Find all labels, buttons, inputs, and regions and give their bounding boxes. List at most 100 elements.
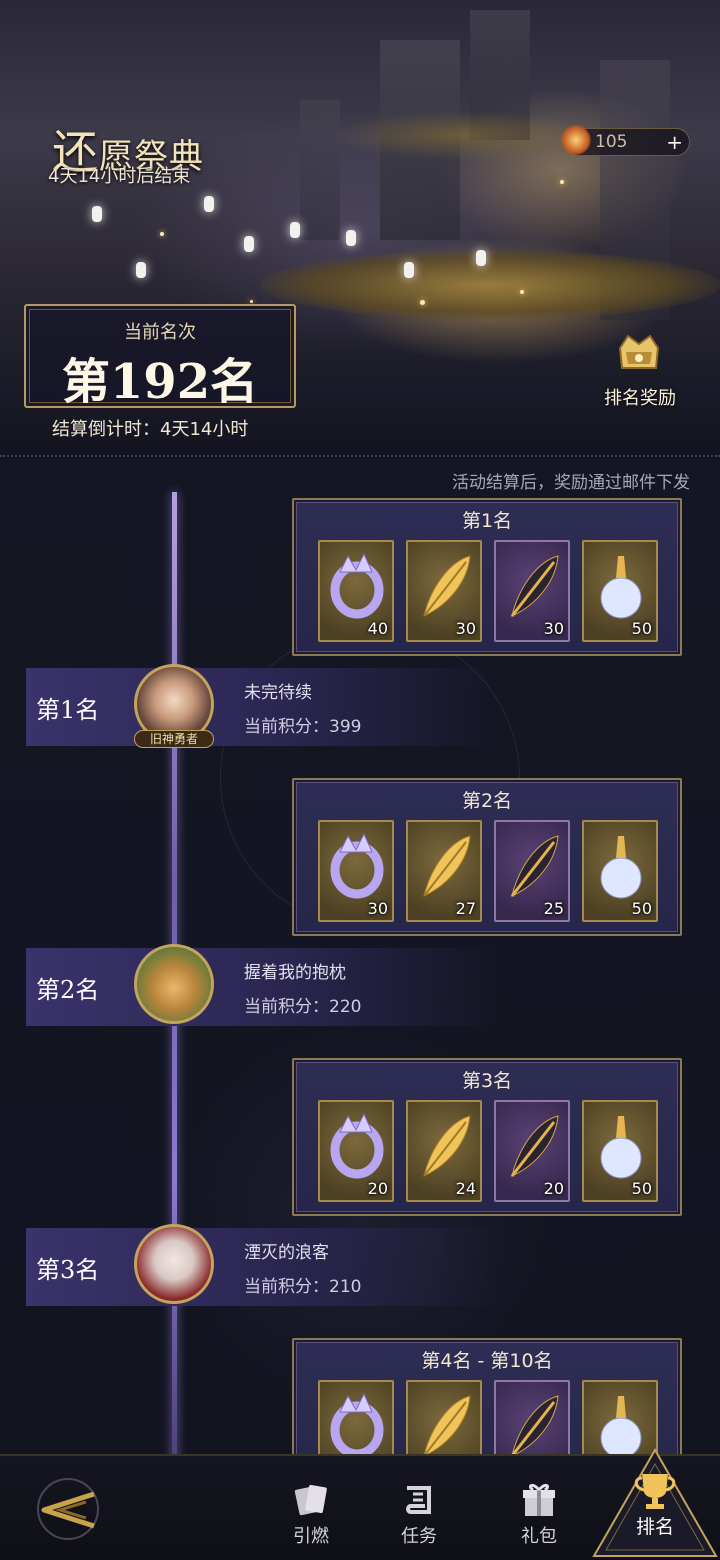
crystal-vial-icon — [600, 836, 642, 899]
item-quantity: 50 — [631, 1179, 652, 1198]
leader-name: 未完待续 — [244, 683, 312, 703]
lantern-icon — [404, 262, 414, 278]
reward-item[interactable] — [582, 1380, 658, 1454]
tab-label: 任务 — [401, 1526, 437, 1547]
lantern-icon — [244, 236, 254, 252]
reward-item[interactable]: 50 — [582, 540, 658, 642]
leader-score: 当前积分：399 — [244, 717, 362, 737]
currency-counter[interactable]: 105 + — [561, 125, 690, 156]
event-banner: 还愿祭典 4天14小时后结束 105 + 当前名次 第192名 结算倒计时：4天… — [0, 0, 720, 455]
reward-item[interactable]: 50 — [582, 1100, 658, 1202]
reward-tier-title: 第1名 — [461, 510, 513, 532]
item-quantity: 20 — [367, 1179, 388, 1198]
crown-chest-icon — [618, 334, 660, 369]
add-currency-icon[interactable]: + — [666, 130, 683, 154]
sparkle — [560, 180, 564, 184]
reward-item[interactable]: 20 — [318, 1100, 394, 1202]
crystal-vial-icon — [600, 1116, 642, 1179]
item-quantity: 40 — [367, 619, 388, 638]
leader-score: 当前积分：220 — [244, 997, 362, 1017]
crystal-ring-icon — [330, 1392, 384, 1454]
crystal-vial-icon — [600, 556, 642, 619]
tab-ranking[interactable]: 排名 — [590, 1446, 720, 1560]
item-quantity: 30 — [367, 899, 388, 918]
ranking-list[interactable]: 活动结算后，奖励通过邮件下发 第1名 40 30 30 50 第1名 旧神勇者 … — [0, 458, 720, 1454]
reward-item[interactable] — [406, 1380, 482, 1454]
flame-gem-icon — [561, 125, 591, 155]
back-button[interactable] — [30, 1474, 106, 1544]
leader-name: 握着我的抱枕 — [244, 963, 346, 983]
leaderboard-row[interactable]: 第1名 旧神勇者 未完待续 当前积分：399 — [26, 664, 500, 748]
crystal-ring-icon — [330, 552, 384, 619]
reward-item[interactable]: 24 — [406, 1100, 482, 1202]
item-quantity: 20 — [543, 1179, 564, 1198]
reward-tier-title: 第4名 - 第10名 — [421, 1350, 553, 1372]
tab-tasks[interactable]: 任务 — [374, 1476, 464, 1556]
divider — [0, 455, 720, 457]
tab-label: 排名 — [635, 1516, 674, 1538]
sparkle — [520, 290, 524, 294]
ranking-rewards-button[interactable]: 排名奖励 — [596, 328, 684, 412]
lantern-icon — [204, 196, 214, 212]
mail-notice: 活动结算后，奖励通过邮件下发 — [452, 473, 690, 493]
scroll-icon — [406, 1486, 431, 1514]
dark-feather-icon — [510, 835, 559, 897]
reward-item[interactable]: 20 — [494, 1100, 570, 1202]
reward-item[interactable] — [318, 1380, 394, 1454]
leaderboard-row[interactable]: 第3名 湮灭的浪客 当前积分：210 — [26, 1224, 500, 1306]
ranking-rewards-label: 排名奖励 — [604, 388, 676, 409]
item-quantity: 27 — [455, 899, 476, 918]
item-quantity: 30 — [455, 619, 476, 638]
tab-label: 引燃 — [293, 1526, 329, 1547]
reward-item[interactable]: 30 — [318, 820, 394, 922]
reward-item[interactable]: 30 — [406, 540, 482, 642]
leaderboard-row[interactable]: 第2名 握着我的抱枕 当前积分：220 — [26, 944, 500, 1026]
reward-item[interactable]: 50 — [582, 820, 658, 922]
leader-place: 第2名 — [36, 976, 100, 1004]
golden-feather-icon — [423, 555, 471, 617]
item-quantity: 25 — [543, 899, 564, 918]
avatar[interactable] — [134, 1224, 214, 1304]
ruin-tower — [300, 100, 340, 240]
item-quantity: 30 — [543, 619, 564, 638]
dark-feather-icon — [510, 1115, 559, 1177]
item-quantity: 50 — [631, 619, 652, 638]
leader-place: 第3名 — [36, 1256, 100, 1284]
event-end-timer: 4天14小时后结束 — [48, 166, 191, 187]
sparkle — [160, 232, 164, 236]
reward-tier-panel: 第3名 20 24 20 50 — [292, 1058, 682, 1216]
lantern-icon — [290, 222, 300, 238]
sparkle — [420, 300, 425, 305]
reward-tier-panel: 第1名 40 30 30 50 — [292, 498, 682, 656]
my-rank-value: 第192名 — [61, 354, 259, 410]
item-quantity: 50 — [631, 899, 652, 918]
leader-name: 湮灭的浪客 — [244, 1243, 329, 1263]
golden-feather-icon — [423, 1115, 471, 1177]
my-rank-panel: 当前名次 第192名 — [24, 304, 296, 410]
golden-feather-icon — [424, 1395, 471, 1454]
currency-amount: 105 — [595, 132, 628, 152]
avatar[interactable] — [134, 944, 214, 1024]
sparkle — [250, 300, 253, 303]
reward-tier-panel: 第4名 - 第10名 — [292, 1338, 682, 1454]
reward-item[interactable]: 25 — [494, 820, 570, 922]
back-arrow-icon — [37, 1478, 99, 1540]
my-rank-label: 当前名次 — [124, 322, 196, 343]
reward-tier-title: 第3名 — [461, 1070, 513, 1092]
reward-tier-panel: 第2名 30 27 25 50 — [292, 778, 682, 936]
tab-gift-pack[interactable]: 礼包 — [494, 1476, 584, 1556]
reward-item[interactable]: 30 — [494, 540, 570, 642]
tab-ignite[interactable]: 引燃 — [266, 1476, 356, 1556]
reward-item[interactable]: 40 — [318, 540, 394, 642]
reward-item[interactable]: 27 — [406, 820, 482, 922]
dark-feather-icon — [510, 555, 559, 617]
player-title-badge: 旧神勇者 — [134, 730, 214, 748]
glowing-island — [260, 250, 720, 320]
tab-label: 礼包 — [521, 1526, 557, 1547]
reward-item[interactable] — [494, 1380, 570, 1454]
crystal-ring-icon — [330, 1112, 384, 1179]
settlement-countdown: 结算倒计时：4天14小时 — [52, 419, 249, 440]
leader-place: 第1名 — [36, 696, 100, 724]
leader-score: 当前积分：210 — [244, 1277, 362, 1297]
lantern-icon — [346, 230, 356, 246]
